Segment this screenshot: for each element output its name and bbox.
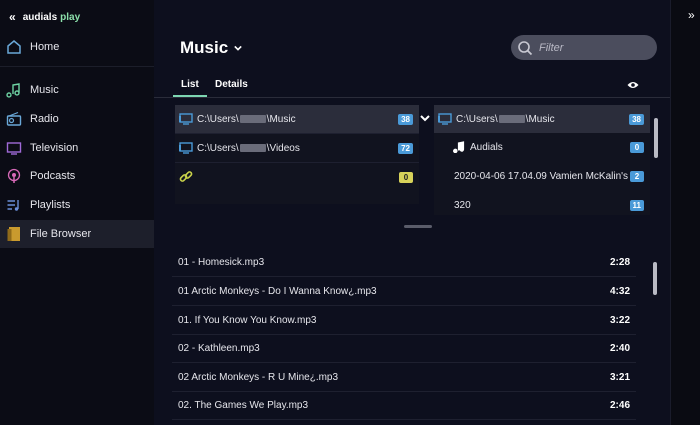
count-badge: 38	[629, 113, 644, 125]
file-name: 02 - Kathleen.mp3	[178, 342, 260, 354]
filter-box[interactable]	[511, 35, 657, 60]
count-badge: 2	[630, 170, 644, 182]
path-label: C:\Users\ \Videos	[197, 142, 300, 154]
sidebar-item-label: Music	[30, 84, 59, 96]
filter-input[interactable]	[537, 40, 651, 55]
file-duration: 4:32	[609, 285, 630, 297]
file-duration: 3:21	[609, 371, 630, 383]
sidebar-item-podcasts[interactable]: Podcasts	[0, 162, 154, 190]
file-name: 01 - Homesick.mp3	[178, 256, 265, 268]
pc-icon	[179, 112, 193, 126]
file-browser-icon	[5, 225, 23, 243]
count-badge: 0	[399, 171, 413, 183]
file-name: 01. If You Know You Know.mp3	[178, 314, 317, 326]
folder-label: Audials	[470, 141, 503, 153]
main-content: Music List Details C:\Users\\Music 38 C:…	[154, 0, 670, 425]
path-label: C:\Users\ \Music	[197, 113, 296, 125]
list-item[interactable]: 0	[175, 163, 419, 191]
file-duration: 2:28	[609, 256, 630, 268]
sidebar-item-label: File Browser	[30, 228, 92, 240]
collapse-sidebar-icon[interactable]: «	[9, 10, 16, 24]
file-name: 02. The Games We Play.mp3	[178, 399, 309, 411]
pc-icon	[179, 141, 193, 155]
table-row[interactable]: 01. If You Know You Know.mp3 3:22	[172, 306, 636, 335]
count-badge: 38	[398, 113, 413, 125]
count-badge: 72	[398, 142, 413, 154]
table-row[interactable]: 02. The Games We Play.mp3 2:46	[172, 391, 636, 420]
path-label: C:\Users\ \Music	[456, 113, 555, 125]
brand: « audials play	[9, 9, 80, 25]
source-panel: C:\Users\ \Music 38 C:\Users\ \Videos 72 0	[175, 105, 419, 204]
file-list-scrollbar[interactable]	[653, 262, 657, 295]
table-row[interactable]: 01 - Homesick.mp3 2:28	[172, 248, 636, 277]
right-collapsed-panel: »	[670, 0, 700, 425]
sidebar-item-home[interactable]: Home	[0, 33, 154, 61]
sidebar-item-playlists[interactable]: Playlists	[0, 191, 154, 219]
tab-details[interactable]: Details	[215, 79, 248, 90]
file-name: 01 Arctic Monkeys - Do I Wanna Know¿.mp3	[178, 285, 377, 297]
sidebar-item-file-browser[interactable]: File Browser	[0, 220, 154, 248]
table-row[interactable]: 02 - Kathleen.mp3 2:40	[172, 334, 636, 363]
folder-scrollbar[interactable]	[654, 118, 658, 158]
eye-icon[interactable]	[627, 80, 639, 90]
chevron-down-icon[interactable]	[420, 113, 430, 123]
folder-label: 2020-04-06 17.04.09 Vamien McKalin's 2	[454, 170, 630, 182]
panel-splitter-handle[interactable]	[404, 225, 432, 228]
tv-icon	[5, 139, 23, 157]
sidebar-item-label: Playlists	[30, 199, 71, 211]
file-duration: 3:22	[609, 314, 630, 326]
sidebar-item-radio[interactable]: Radio	[0, 105, 154, 133]
table-row[interactable]: 01 Arctic Monkeys - Do I Wanna Know¿.mp3…	[172, 277, 636, 306]
expand-panel-icon[interactable]: »	[688, 8, 695, 22]
folder-panel: C:\Users\ \Music 38 Audials 0 2020-04-06 …	[434, 105, 650, 215]
table-row[interactable]: 02 Arctic Monkeys - R U Mine¿.mp3 3:21	[172, 363, 636, 392]
tabs-divider	[154, 97, 670, 98]
count-badge: 11	[629, 199, 644, 211]
home-icon	[5, 38, 23, 56]
sidebar-item-music[interactable]: Music	[0, 76, 154, 104]
brand-suffix: play	[60, 11, 81, 23]
tab-list[interactable]: List	[181, 79, 199, 90]
search-icon	[518, 40, 533, 55]
chevron-down-icon	[234, 45, 242, 51]
sidebar-item-label: Home	[30, 41, 60, 53]
sidebar: « audials play Home Music Radio Televisi…	[0, 0, 154, 425]
list-item[interactable]: 320 11	[434, 191, 650, 219]
sidebar-item-television[interactable]: Television	[0, 134, 154, 162]
sidebar-item-label: Television	[30, 142, 79, 154]
link-icon	[179, 170, 193, 184]
radio-icon	[5, 110, 23, 128]
page-title-text: Music	[180, 38, 229, 57]
music-note-icon	[452, 140, 466, 154]
brand-name: audials	[22, 11, 58, 23]
folder-label: 320	[454, 199, 471, 211]
sidebar-item-label: Radio	[30, 113, 59, 125]
podcast-icon	[5, 167, 23, 185]
page-title[interactable]: Music	[180, 38, 242, 58]
file-name: 02 Arctic Monkeys - R U Mine¿.mp3	[178, 371, 339, 383]
music-note-icon	[5, 81, 23, 99]
pc-icon	[438, 112, 452, 126]
playlist-icon	[5, 196, 23, 214]
count-badge: 0	[630, 141, 644, 153]
list-item[interactable]: 2020-04-06 17.04.09 Vamien McKalin's 2 2	[434, 162, 650, 190]
list-item[interactable]: Audials 0	[434, 133, 650, 161]
list-item[interactable]: C:\Users\ \Videos 72	[175, 134, 419, 162]
list-item[interactable]: C:\Users\ \Music 38	[175, 105, 419, 133]
file-duration: 2:40	[609, 342, 630, 354]
list-item[interactable]: C:\Users\ \Music 38	[434, 105, 650, 133]
sidebar-item-label: Podcasts	[30, 170, 76, 182]
sidebar-divider	[0, 66, 154, 67]
file-duration: 2:46	[609, 399, 630, 411]
